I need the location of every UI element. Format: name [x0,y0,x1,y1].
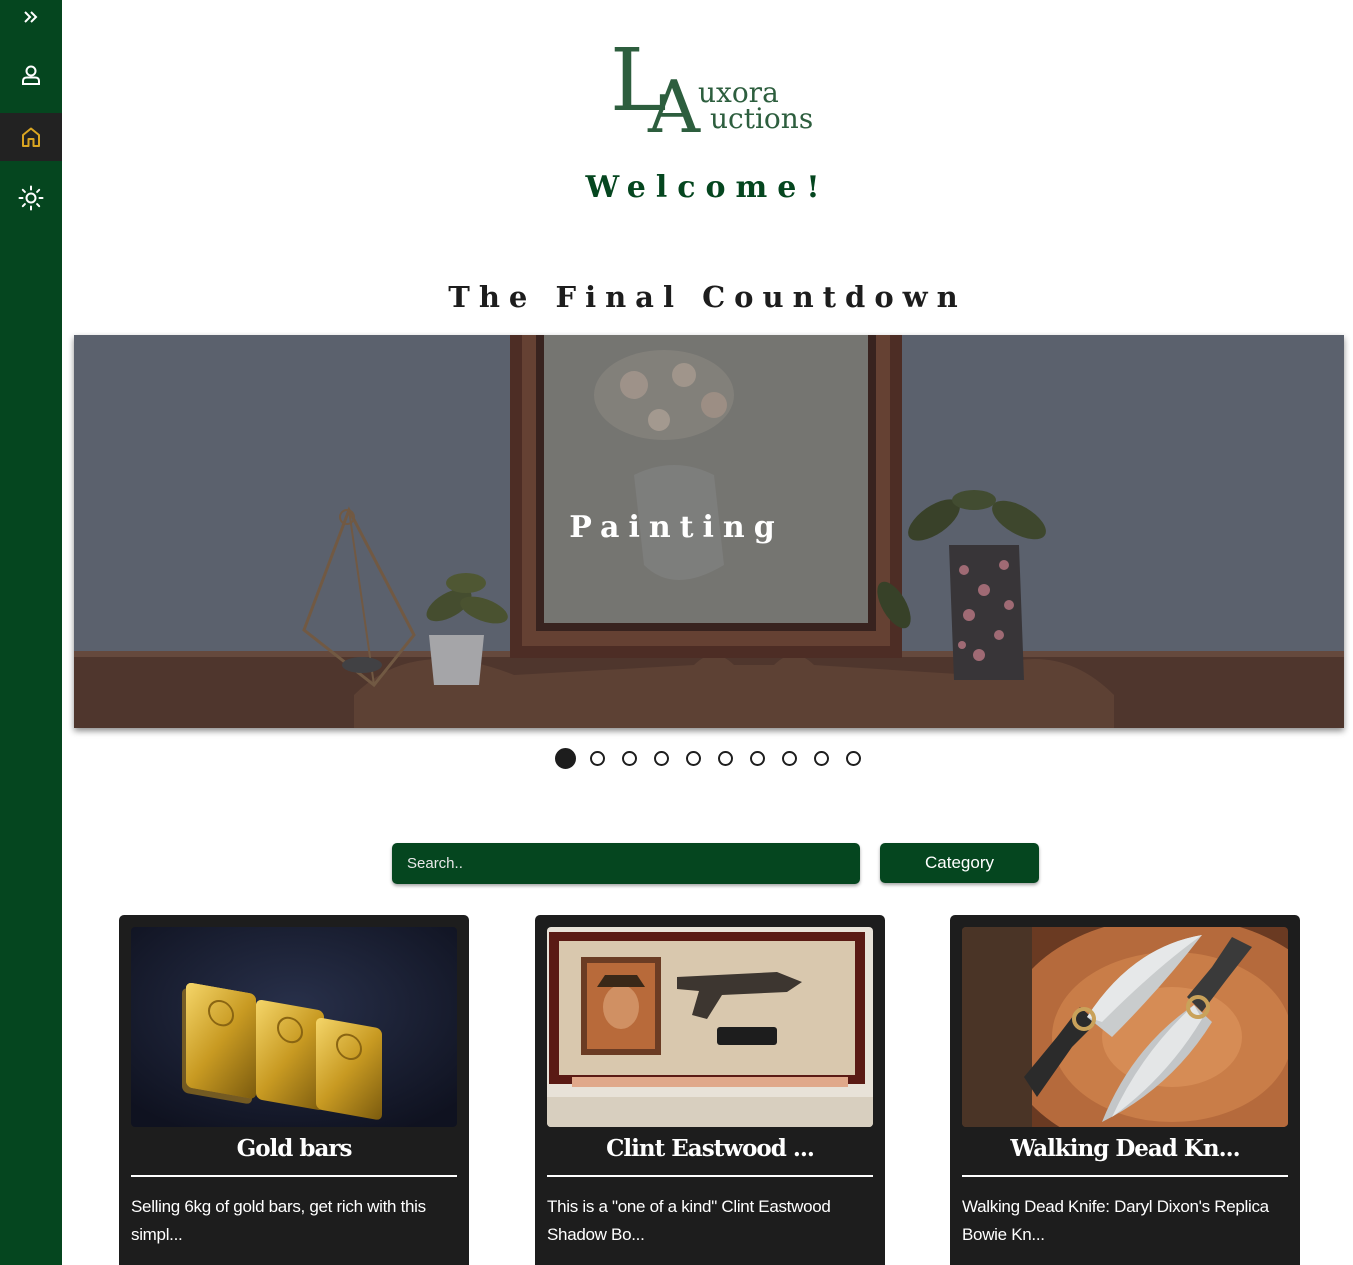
sidebar-item-home[interactable] [0,113,62,161]
carousel-dot[interactable] [782,750,797,766]
carousel-dot[interactable] [555,747,576,769]
carousel-dot[interactable] [622,750,637,766]
auction-card-walking-dead-knife[interactable]: Walking Dead Kn... Walking Dead Knife: D… [950,915,1300,1265]
sidebar-item-theme[interactable] [0,174,62,222]
double-chevron-right-icon [24,11,38,23]
divider [547,1175,873,1177]
auction-card-description: Walking Dead Knife: Daryl Dixon's Replic… [962,1197,1269,1244]
auction-card-description: Selling 6kg of gold bars, get rich with … [131,1197,426,1244]
auction-card-image[interactable] [547,927,873,1127]
auction-card-image[interactable] [962,927,1288,1127]
carousel-dot[interactable] [654,750,669,766]
carousel-dot[interactable] [814,750,829,766]
user-icon [22,65,40,85]
auction-card-title: Clint Eastwood ... [606,1135,815,1162]
expand-sidebar-button[interactable] [0,0,62,34]
carousel-dot[interactable] [686,750,701,766]
auction-card-image[interactable] [131,927,457,1127]
carousel-caption: Painting [569,510,784,545]
auction-card-gold-bars[interactable]: Gold bars Selling 6kg of gold bars, get … [119,915,469,1265]
auction-card-clint-eastwood[interactable]: Clint Eastwood ... This is a "one of a k… [535,915,885,1265]
search-input[interactable] [392,843,860,884]
carousel-dot[interactable] [846,750,861,766]
welcome-heading: Welcome! [585,170,830,205]
sun-icon [18,185,44,211]
carousel-dot[interactable] [718,750,733,766]
section-title: The Final Countdown [448,280,967,314]
svg-text:A: A [647,65,701,140]
category-button[interactable]: Category [880,843,1039,883]
divider [131,1175,457,1177]
luxora-auctions-logo[interactable]: L A uxora uctions [610,31,815,149]
divider [962,1175,1288,1177]
home-icon [22,127,40,147]
carousel-indicators [555,747,878,769]
carousel-dot[interactable] [750,750,765,766]
auction-card-title: Gold bars [236,1135,353,1162]
svg-text:uctions: uctions [710,102,813,135]
sidebar-item-profile[interactable] [0,51,62,99]
auction-card-description: This is a "one of a kind" Clint Eastwood… [547,1197,831,1244]
auction-card-title: Walking Dead Kn... [1010,1135,1240,1162]
sidebar [0,0,62,1265]
carousel-dot[interactable] [590,750,605,766]
